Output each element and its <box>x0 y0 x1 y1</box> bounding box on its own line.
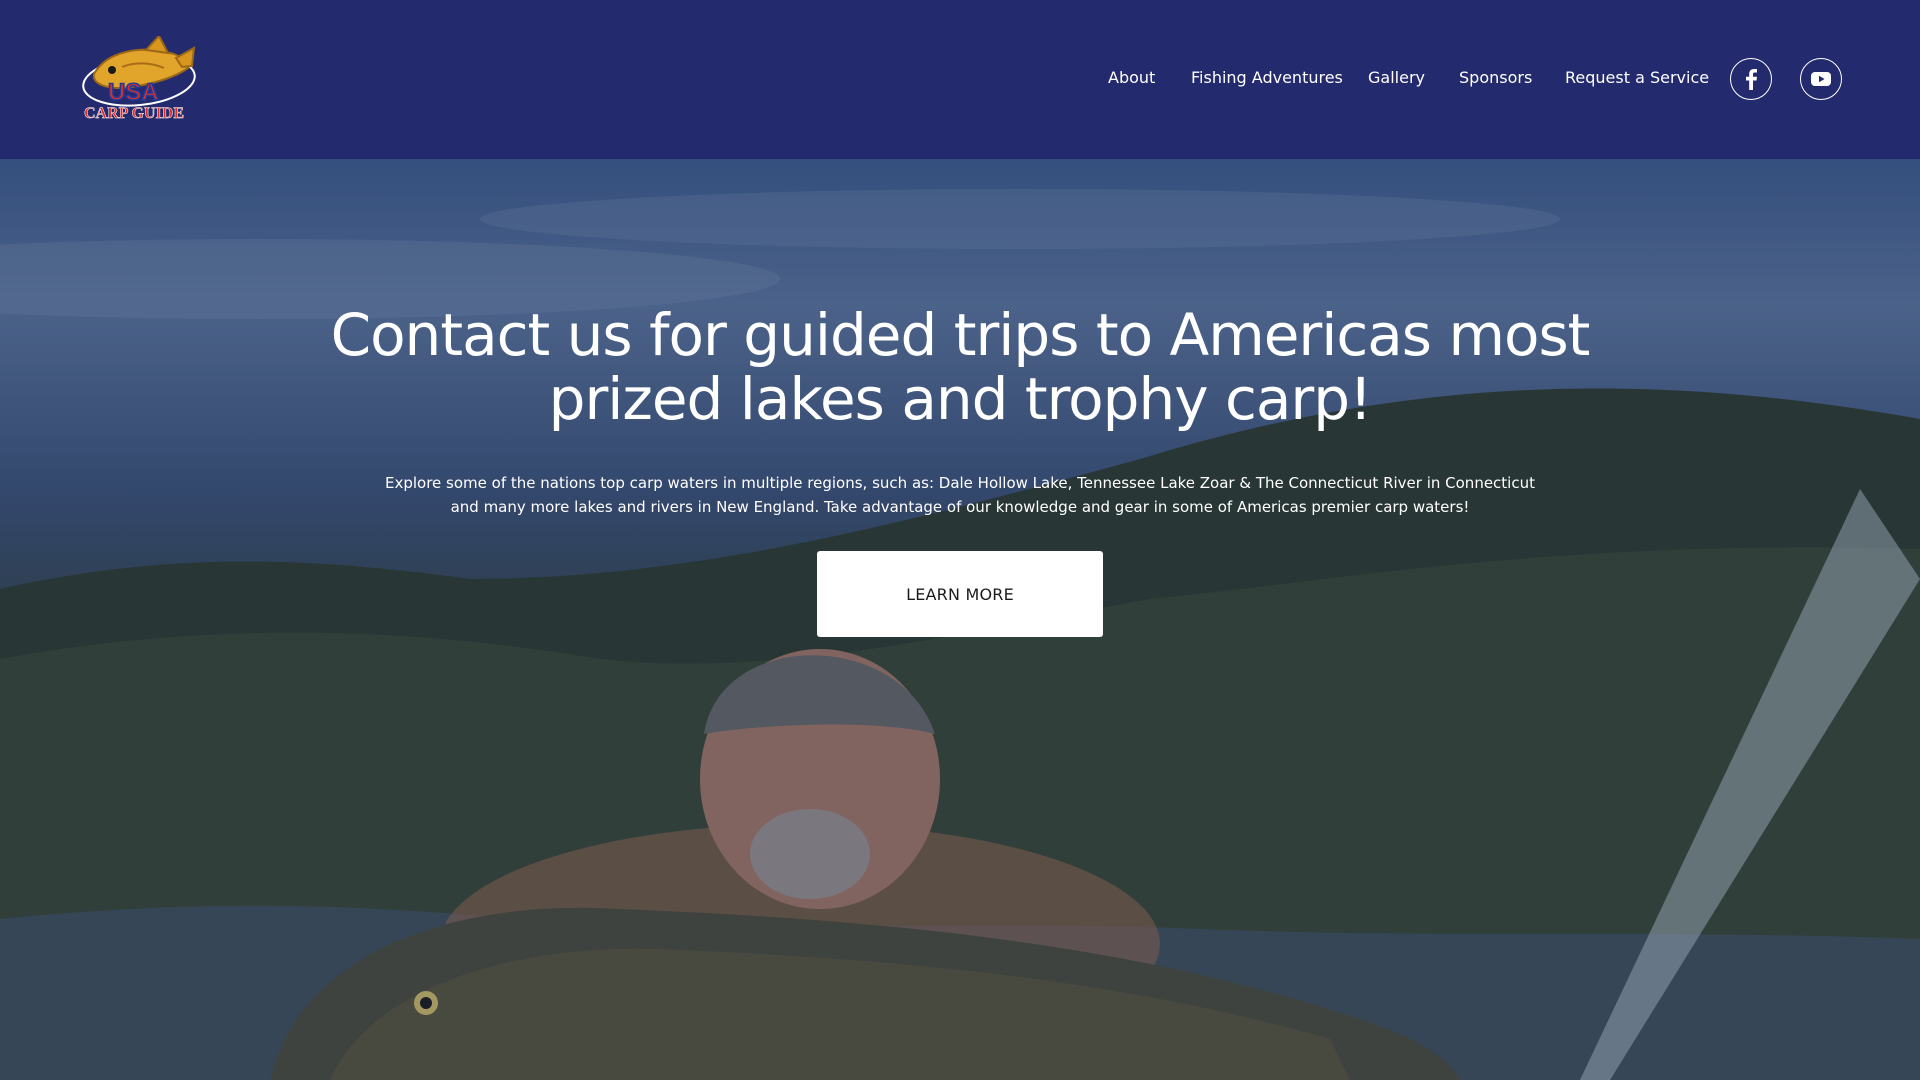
nav-link-sponsors[interactable]: Sponsors <box>1459 66 1532 90</box>
hero-subtext: Explore some of the nations top carp wat… <box>385 474 1535 516</box>
hero-headline: Contact us for guided trips to Americas … <box>330 301 1591 433</box>
nav-link-request-a-service[interactable]: Request a Service <box>1565 66 1709 90</box>
youtube-icon <box>1811 72 1831 86</box>
facebook-icon <box>1746 69 1757 90</box>
site-header: USA CARP GUIDE About Fishing Adventures … <box>0 0 1920 159</box>
main-nav: About Fishing Adventures Gallery Sponsor… <box>0 0 1920 159</box>
learn-more-button[interactable]: LEARN MORE <box>817 551 1103 637</box>
hero-section: Contact us for guided trips to Americas … <box>0 159 1920 1080</box>
nav-link-fishing-adventures[interactable]: Fishing Adventures <box>1191 66 1343 90</box>
youtube-button[interactable] <box>1800 58 1842 100</box>
nav-link-about[interactable]: About <box>1108 66 1155 90</box>
nav-link-gallery[interactable]: Gallery <box>1368 66 1425 90</box>
facebook-button[interactable] <box>1730 58 1772 100</box>
